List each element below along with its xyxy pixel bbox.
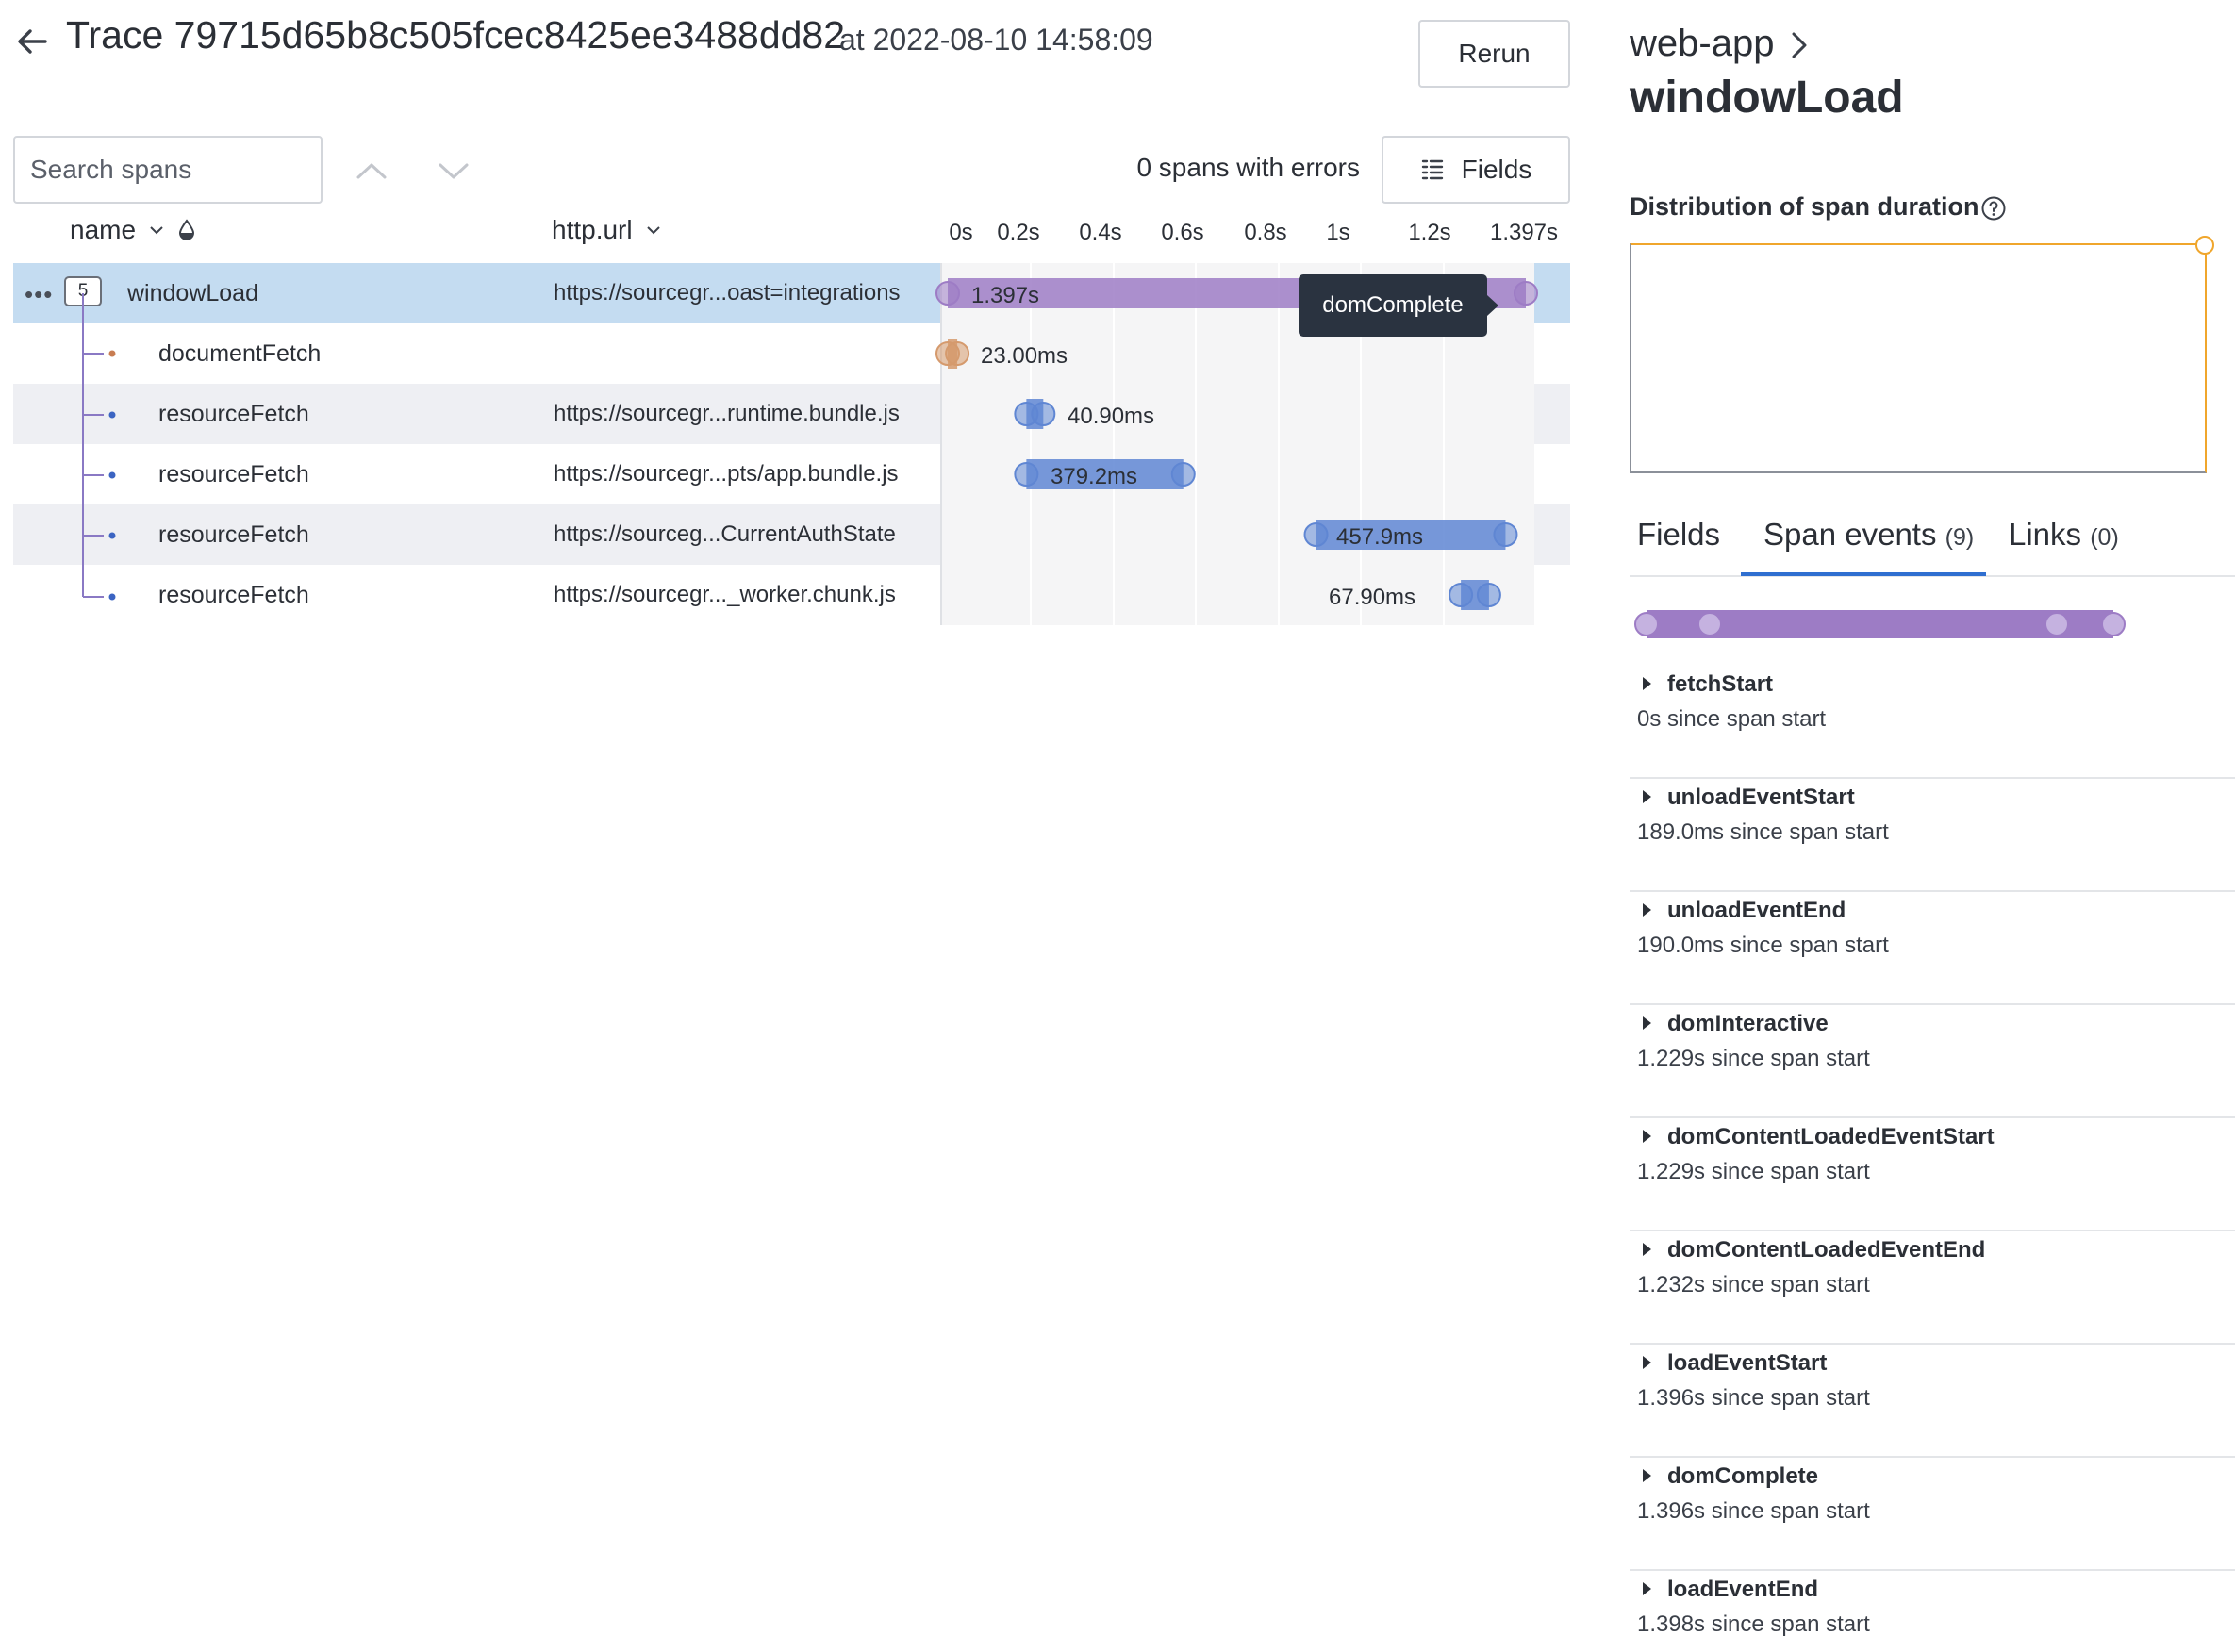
- span-event-item[interactable]: domContentLoadedEventStart 1.229s since …: [1630, 1118, 2235, 1231]
- span-event-item[interactable]: unloadEventEnd 190.0ms since span start: [1630, 892, 2235, 1005]
- span-event-since: 1.229s since span start: [1637, 1159, 1870, 1184]
- caret-right-icon[interactable]: [1643, 1356, 1651, 1369]
- span-event-name: loadEventStart: [1667, 1350, 1828, 1376]
- span-event-since: 1.398s since span start: [1637, 1611, 1870, 1637]
- span-event-item[interactable]: loadEventEnd 1.398s since span start: [1630, 1571, 2235, 1652]
- span-event-since: 189.0ms since span start: [1637, 819, 1889, 845]
- span-event-since: 1.229s since span start: [1637, 1046, 1870, 1071]
- span-event-name: unloadEventStart: [1667, 785, 1855, 810]
- span-event-item[interactable]: unloadEventStart 189.0ms since span star…: [1630, 779, 2235, 892]
- span-event-item[interactable]: domComplete 1.396s since span start: [1630, 1458, 2235, 1571]
- caret-right-icon[interactable]: [1643, 903, 1651, 917]
- caret-right-icon[interactable]: [1643, 790, 1651, 803]
- span-event-name: fetchStart: [1667, 671, 1774, 697]
- caret-right-icon[interactable]: [1643, 1469, 1651, 1482]
- span-event-name: domContentLoadedEventEnd: [1667, 1237, 1986, 1263]
- span-event-since: 1.396s since span start: [1637, 1385, 1870, 1411]
- span-event-dot: [2045, 612, 2069, 636]
- span-events-timeline: [1634, 610, 2126, 638]
- caret-right-icon[interactable]: [1643, 677, 1651, 690]
- caret-right-icon[interactable]: [1643, 1016, 1651, 1030]
- span-event-dot: [2101, 612, 2126, 636]
- span-event-dot: [1634, 612, 1659, 636]
- span-event-item[interactable]: loadEventStart 1.396s since span start: [1630, 1345, 2235, 1458]
- span-event-item[interactable]: domContentLoadedEventEnd 1.232s since sp…: [1630, 1231, 2235, 1345]
- span-event-since: 0s since span start: [1637, 706, 1827, 732]
- span-event-since: 1.232s since span start: [1637, 1272, 1870, 1297]
- caret-right-icon[interactable]: [1643, 1582, 1651, 1595]
- caret-right-icon[interactable]: [1643, 1243, 1651, 1256]
- caret-right-icon[interactable]: [1643, 1130, 1651, 1143]
- span-event-item[interactable]: domInteractive 1.229s since span start: [1630, 1005, 2235, 1118]
- span-event-item[interactable]: fetchStart 0s since span start: [1630, 666, 2235, 779]
- span-event-name: unloadEventEnd: [1667, 898, 1846, 923]
- span-event-dot: [1697, 612, 1722, 636]
- span-event-since: 1.396s since span start: [1637, 1498, 1870, 1524]
- span-event-name: domInteractive: [1667, 1011, 1829, 1036]
- span-event-name: loadEventEnd: [1667, 1577, 1819, 1602]
- span-event-name: domComplete: [1667, 1463, 1819, 1489]
- span-event-name: domContentLoadedEventStart: [1667, 1124, 1995, 1149]
- span-event-since: 190.0ms since span start: [1637, 933, 1889, 958]
